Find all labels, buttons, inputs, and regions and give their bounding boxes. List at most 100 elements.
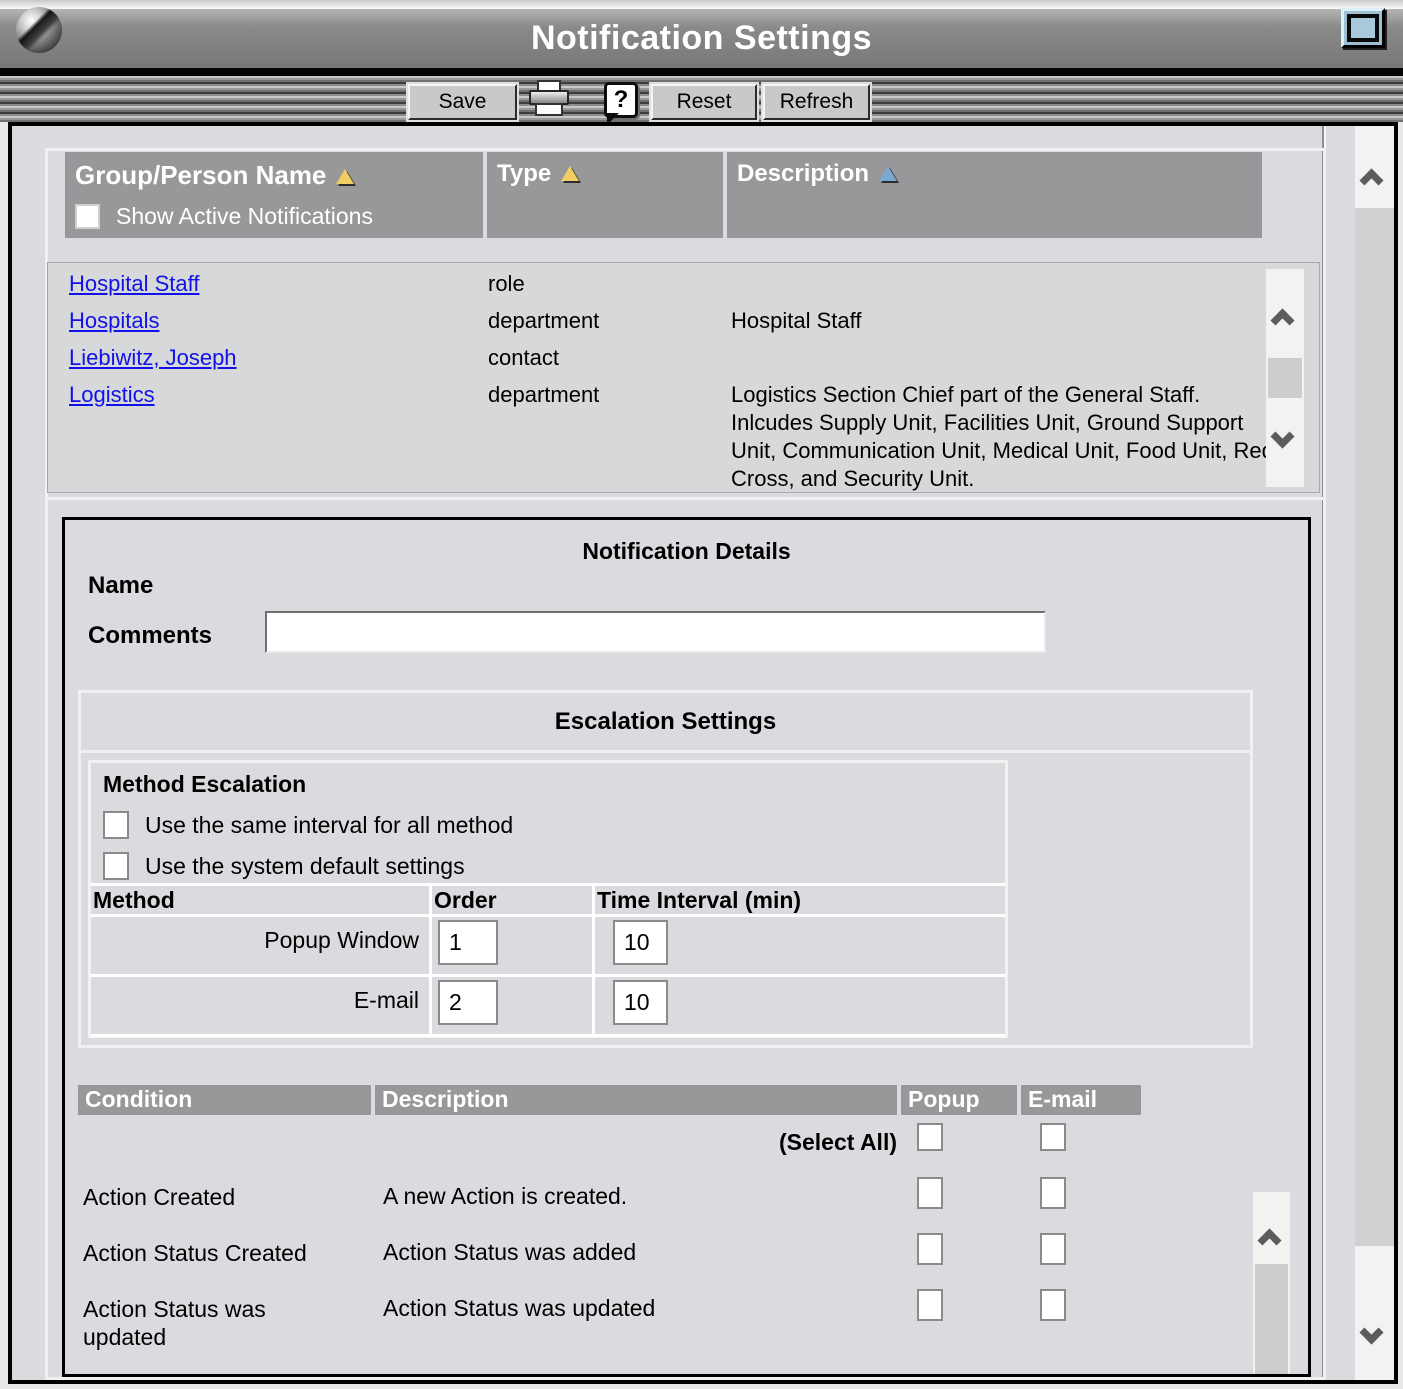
row-popup-checkbox[interactable] <box>917 1177 943 1209</box>
row-email-checkbox[interactable] <box>1040 1233 1066 1265</box>
condition-rows: Action Created A new Action is created. … <box>78 1171 1290 1351</box>
scroll-up-icon[interactable] <box>1270 308 1294 332</box>
condition-column-header: Condition <box>78 1085 371 1115</box>
system-default-label: Use the system default settings <box>145 853 465 880</box>
show-active-notifications-label: Show Active Notifications <box>116 203 373 230</box>
titlebar: Notification Settings <box>0 9 1403 68</box>
interval-column-header: Time Interval (min) <box>595 886 1005 914</box>
select-all-email-checkbox[interactable] <box>1040 1123 1066 1151</box>
reset-button[interactable]: Reset <box>651 84 757 120</box>
row-popup-checkbox[interactable] <box>917 1289 943 1321</box>
help-icon[interactable]: ? <box>604 82 638 118</box>
group-person-list: Hospital Staff role Hospitals department… <box>47 262 1320 493</box>
content-table: Group/Person Name Show Active Notificati… <box>45 148 1326 1380</box>
sort-asc-yellow-icon <box>336 169 354 184</box>
sort-asc-yellow-icon <box>561 166 579 181</box>
column-header-group-person-name[interactable]: Group/Person Name Show Active Notificati… <box>65 152 483 238</box>
scroll-down-icon[interactable] <box>1359 1320 1383 1344</box>
select-all-row: (Select All) <box>78 1121 1290 1171</box>
row-type: role <box>488 270 731 298</box>
interval-input[interactable] <box>613 920 668 965</box>
description-column-header: Description <box>375 1085 897 1115</box>
row-description: Logistics Section Chief part of the Gene… <box>731 381 1276 493</box>
row-email-checkbox[interactable] <box>1040 1289 1066 1321</box>
scroll-up-icon[interactable] <box>1359 168 1383 192</box>
escalation-settings-box: Escalation Settings Method Escalation Us… <box>78 690 1253 1048</box>
details-section: Notification Details Name Comments Escal… <box>48 503 1323 1377</box>
condition-name: Action Status was updated <box>83 1295 333 1351</box>
group-link[interactable]: Hospital Staff <box>69 271 199 296</box>
condition-description: Action Status was updated <box>383 1295 913 1351</box>
order-input[interactable] <box>438 920 498 965</box>
titlebar-divider <box>0 68 1403 76</box>
scroll-down-icon[interactable] <box>1270 424 1294 448</box>
condition-table-header: Condition Description Popup E-mail <box>78 1085 1253 1115</box>
window-title: Notification Settings <box>531 19 872 58</box>
maximize-icon <box>1347 14 1379 42</box>
table-row: Action Status Created Action Status was … <box>78 1227 1290 1283</box>
select-all-label: (Select All) <box>78 1129 897 1156</box>
name-label: Name <box>88 572 153 600</box>
app-sphere-icon <box>16 7 62 53</box>
row-description: Hospital Staff <box>731 307 1276 335</box>
panel-title: Notification Details <box>65 538 1308 565</box>
table-row: Liebiwitz, Joseph contact <box>48 344 1319 381</box>
group-link[interactable]: Liebiwitz, Joseph <box>69 345 237 370</box>
table-row: Hospitals department Hospital Staff <box>48 307 1319 344</box>
window-scrollbar-thumb[interactable] <box>1355 208 1394 1246</box>
toolbar: Save ? Reset Refresh <box>0 76 1403 122</box>
group-list-scrollbar[interactable] <box>1266 269 1304 487</box>
row-type: department <box>488 381 731 409</box>
sort-asc-blue-icon <box>879 166 897 181</box>
condition-description: Action Status was added <box>383 1239 913 1283</box>
same-interval-label: Use the same interval for all method <box>145 812 513 839</box>
row-email-checkbox[interactable] <box>1040 1177 1066 1209</box>
method-escalation-box: Method Escalation Use the same interval … <box>88 760 1008 1038</box>
condition-description: A new Action is created. <box>383 1183 913 1227</box>
condition-scrollbar-thumb[interactable] <box>1255 1264 1288 1374</box>
group-list-scrollbar-thumb[interactable] <box>1268 358 1302 398</box>
condition-name: Action Status Created <box>83 1239 333 1283</box>
method-column-header: Method <box>91 886 429 914</box>
scroll-up-icon[interactable] <box>1257 1228 1281 1252</box>
method-name: Popup Window <box>91 917 429 974</box>
row-type: department <box>488 307 731 335</box>
select-all-popup-checkbox[interactable] <box>917 1123 943 1151</box>
group-table-header: Group/Person Name Show Active Notificati… <box>65 152 1262 238</box>
print-icon[interactable] <box>527 80 573 120</box>
save-button[interactable]: Save <box>408 84 517 120</box>
comments-label: Comments <box>88 622 212 650</box>
column-header-type[interactable]: Type <box>487 152 723 238</box>
popup-column-header: Popup <box>901 1085 1017 1115</box>
comments-input[interactable] <box>265 611 1046 653</box>
printer-paper-out <box>535 103 563 116</box>
group-person-section: Group/Person Name Show Active Notificati… <box>48 151 1323 500</box>
order-column-header: Order <box>432 886 592 914</box>
main-frame: Group/Person Name Show Active Notificati… <box>8 122 1398 1384</box>
group-link[interactable]: Hospitals <box>69 308 159 333</box>
condition-list-scrollbar[interactable] <box>1253 1192 1290 1374</box>
table-row: Action Created A new Action is created. <box>78 1171 1290 1227</box>
row-type: contact <box>488 344 731 372</box>
show-active-notifications-checkbox[interactable] <box>75 204 100 229</box>
row-popup-checkbox[interactable] <box>917 1233 943 1265</box>
table-row: Hospital Staff role <box>48 270 1319 307</box>
refresh-button[interactable]: Refresh <box>763 84 870 120</box>
order-input[interactable] <box>438 980 498 1025</box>
table-row: Action Status was updated Action Status … <box>78 1283 1290 1351</box>
group-link[interactable]: Logistics <box>69 382 155 407</box>
interval-input[interactable] <box>613 980 668 1025</box>
table-row: Logistics department Logistics Section C… <box>48 381 1319 493</box>
system-default-checkbox[interactable] <box>103 852 129 880</box>
method-escalation-label: Method Escalation <box>103 771 1005 798</box>
condition-name: Action Created <box>83 1183 333 1227</box>
notification-details-panel: Notification Details Name Comments Escal… <box>62 517 1311 1377</box>
window-scrollbar[interactable] <box>1355 126 1394 1380</box>
method-name: E-mail <box>91 977 429 1034</box>
method-table: Method Order Time Interval (min) Popup W… <box>91 883 1005 1037</box>
maximize-button[interactable] <box>1341 8 1385 48</box>
column-header-description[interactable]: Description <box>727 152 1262 238</box>
same-interval-checkbox[interactable] <box>103 811 129 839</box>
condition-table: Condition Description Popup E-mail (Sele… <box>78 1085 1290 1351</box>
email-column-header: E-mail <box>1021 1085 1141 1115</box>
